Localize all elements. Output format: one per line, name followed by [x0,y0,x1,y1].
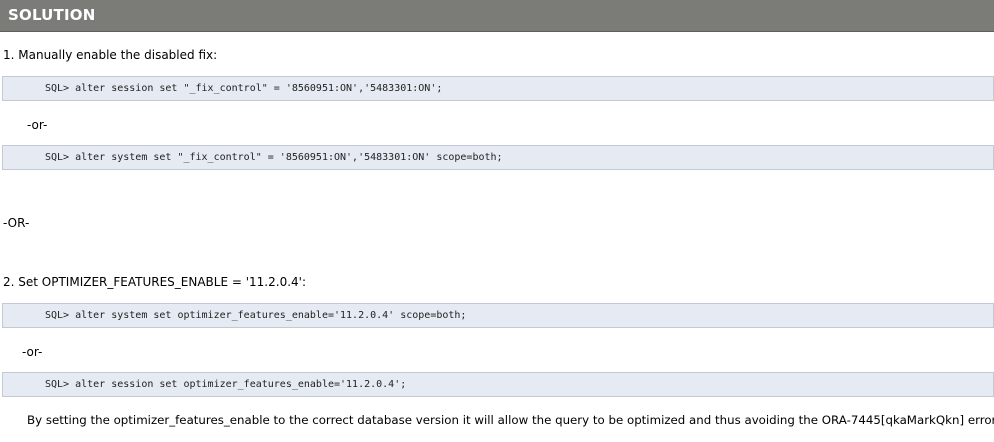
conclusion-text: By setting the optimizer_features_enable… [27,413,994,427]
code-line: SQL> alter system set "_fix_control" = '… [45,152,503,163]
or-separator-main: -OR- [3,216,30,230]
or-separator-small: -or- [27,118,48,132]
or-separator-small: -or- [22,345,43,359]
code-block-session-optimizer: SQL> alter session set optimizer_feature… [2,372,994,397]
code-line: SQL> alter system set optimizer_features… [45,310,467,321]
code-block-session-fix-control: SQL> alter session set "_fix_control" = … [2,76,994,101]
step-1-text: 1. Manually enable the disabled fix: [3,48,218,62]
code-block-system-optimizer: SQL> alter system set optimizer_features… [2,303,994,328]
code-line: SQL> alter session set "_fix_control" = … [45,83,443,94]
code-line: SQL> alter session set optimizer_feature… [45,379,407,390]
section-title: SOLUTION [8,6,96,24]
section-header: SOLUTION [0,0,994,32]
step-2-text: 2. Set OPTIMIZER_FEATURES_ENABLE = '11.2… [3,275,306,289]
code-block-system-fix-control: SQL> alter system set "_fix_control" = '… [2,145,994,170]
